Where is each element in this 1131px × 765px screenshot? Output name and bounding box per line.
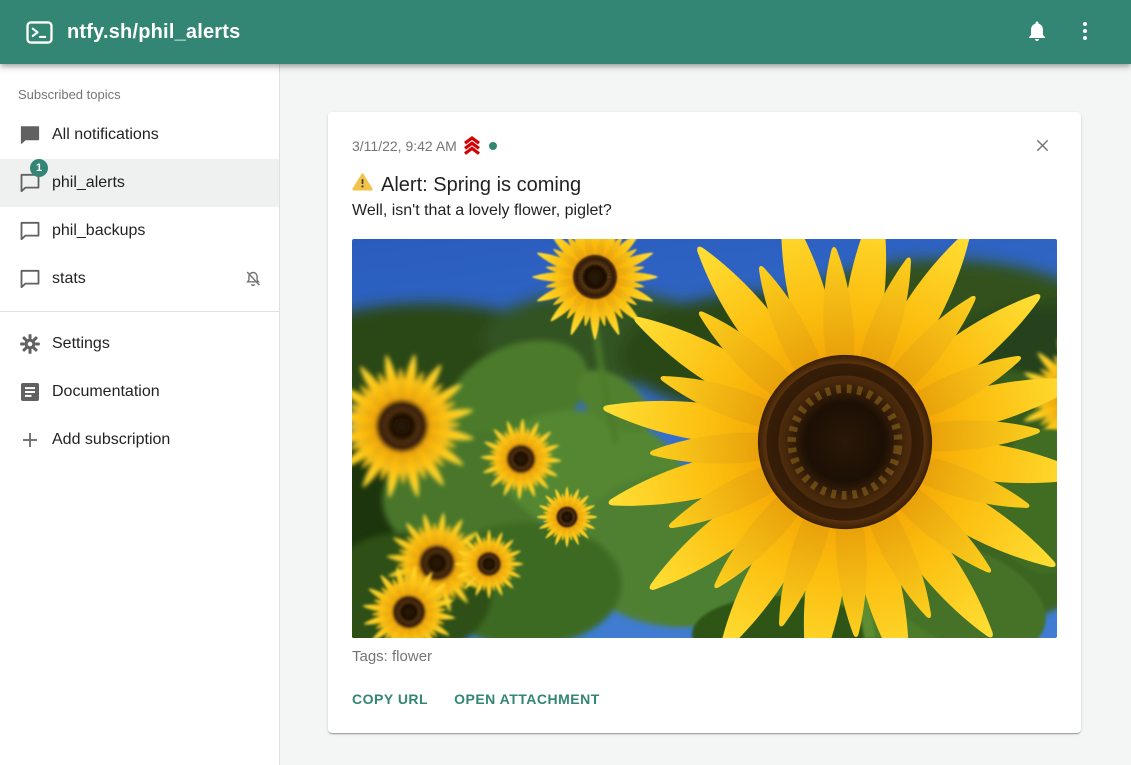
sidebar-item-label: phil_alerts (52, 174, 125, 192)
sidebar-item-label: All notifications (52, 126, 159, 144)
chat-bubble-outline-icon (18, 219, 42, 243)
chat-bubble-filled-icon (18, 123, 42, 147)
sidebar-item-label: Documentation (52, 383, 160, 401)
overflow-menu-button[interactable] (1063, 10, 1107, 54)
sidebar-subheader: Subscribed topics (0, 64, 279, 111)
sidebar-divider (0, 311, 279, 312)
more-vert-icon (1073, 19, 1097, 46)
chat-bubble-outline-icon: 1 (18, 171, 42, 195)
app-bar: ntfy.sh/phil_alerts (0, 0, 1131, 64)
sidebar-item-all-notifications[interactable]: All notifications (0, 111, 279, 159)
bell-off-icon (243, 269, 263, 289)
sidebar-item-settings[interactable]: Settings (0, 320, 279, 368)
sidebar: Subscribed topics All notifications 1 ph… (0, 64, 280, 765)
unread-count-badge: 1 (30, 159, 48, 177)
notification-title-text: Alert: Spring is coming (381, 170, 581, 200)
close-notification-button[interactable] (1027, 132, 1057, 162)
copy-url-button[interactable]: COPY URL (352, 691, 428, 707)
notification-card: 3/11/22, 9:42 AM (328, 112, 1081, 733)
warning-triangle-icon (352, 170, 373, 200)
notification-body: Well, isn't that a lovely flower, piglet… (352, 200, 1057, 222)
notification-tags: Tags: flower (352, 647, 1057, 667)
terminal-icon (26, 21, 53, 44)
open-attachment-button[interactable]: OPEN ATTACHMENT (454, 691, 600, 707)
plus-icon (18, 428, 42, 452)
sidebar-item-documentation[interactable]: Documentation (0, 368, 279, 416)
sidebar-item-stats[interactable]: stats (0, 255, 279, 303)
notification-actions: COPY URL OPEN ATTACHMENT (352, 681, 1057, 717)
attachment-image[interactable] (352, 239, 1057, 638)
sidebar-item-label: Add subscription (52, 431, 170, 449)
sidebar-item-label: phil_backups (52, 222, 145, 240)
priority-max-icon (462, 136, 482, 156)
bell-icon (1025, 19, 1049, 46)
close-icon (1033, 136, 1052, 158)
chat-bubble-outline-icon (18, 267, 42, 291)
gear-icon (18, 332, 42, 356)
sunflower-photo (352, 239, 1057, 638)
sidebar-item-label: Settings (52, 335, 110, 353)
notifications-button[interactable] (1015, 10, 1059, 54)
sidebar-item-label: stats (52, 270, 86, 288)
notification-timestamp: 3/11/22, 9:42 AM (352, 138, 457, 154)
notification-meta: 3/11/22, 9:42 AM (352, 136, 497, 156)
sidebar-item-add-subscription[interactable]: Add subscription (0, 416, 279, 464)
notification-title: Alert: Spring is coming (352, 170, 1057, 200)
unread-dot (489, 142, 497, 150)
sidebar-item-phil-alerts[interactable]: 1 phil_alerts (0, 159, 279, 207)
article-icon (18, 380, 42, 404)
main-content: 3/11/22, 9:42 AM (280, 64, 1131, 765)
sidebar-item-phil-backups[interactable]: phil_backups (0, 207, 279, 255)
page-title: ntfy.sh/phil_alerts (67, 21, 240, 44)
